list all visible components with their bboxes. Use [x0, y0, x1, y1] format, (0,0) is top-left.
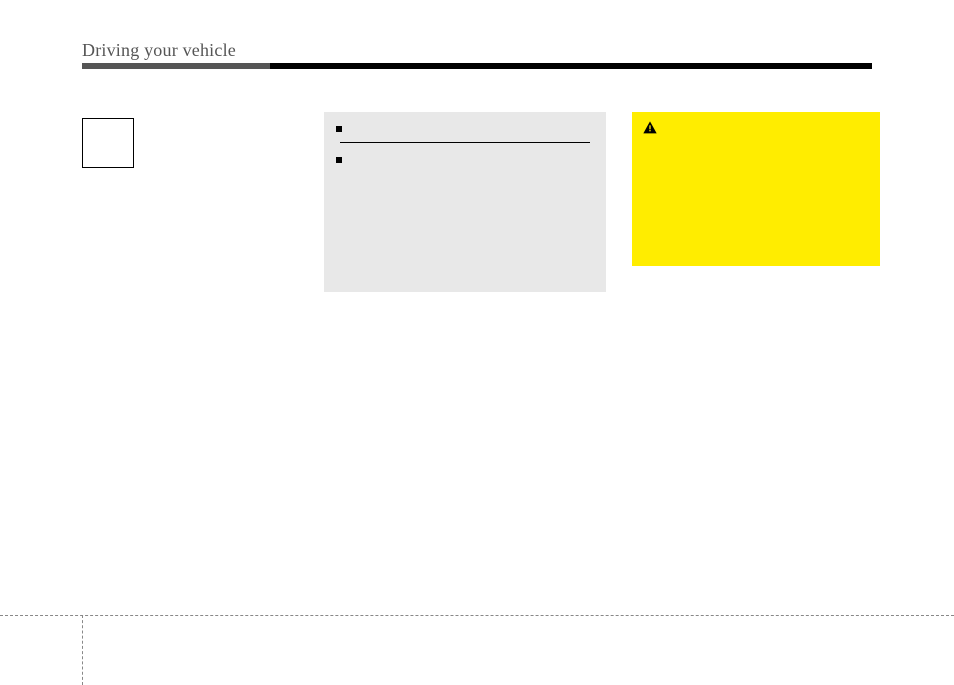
page-section-title: Driving your vehicle [82, 40, 872, 61]
info-divider [340, 142, 590, 143]
crop-mark-horizontal [0, 615, 954, 616]
bullet-icon [336, 157, 342, 163]
column-middle [324, 112, 606, 292]
info-item-2-heading-row [336, 153, 594, 163]
warning-triangle-icon [642, 120, 658, 136]
caution-header-row [642, 120, 870, 136]
column-left [82, 112, 324, 292]
header-rule [82, 63, 872, 69]
bullet-icon [336, 126, 342, 132]
caution-panel [632, 112, 880, 266]
crop-mark-vertical [82, 615, 83, 685]
info-item-1-heading-row [336, 122, 594, 132]
info-panel [324, 112, 606, 292]
column-right [632, 112, 880, 292]
smart-key-image-placeholder [82, 118, 134, 168]
header-rule-accent [82, 63, 270, 69]
